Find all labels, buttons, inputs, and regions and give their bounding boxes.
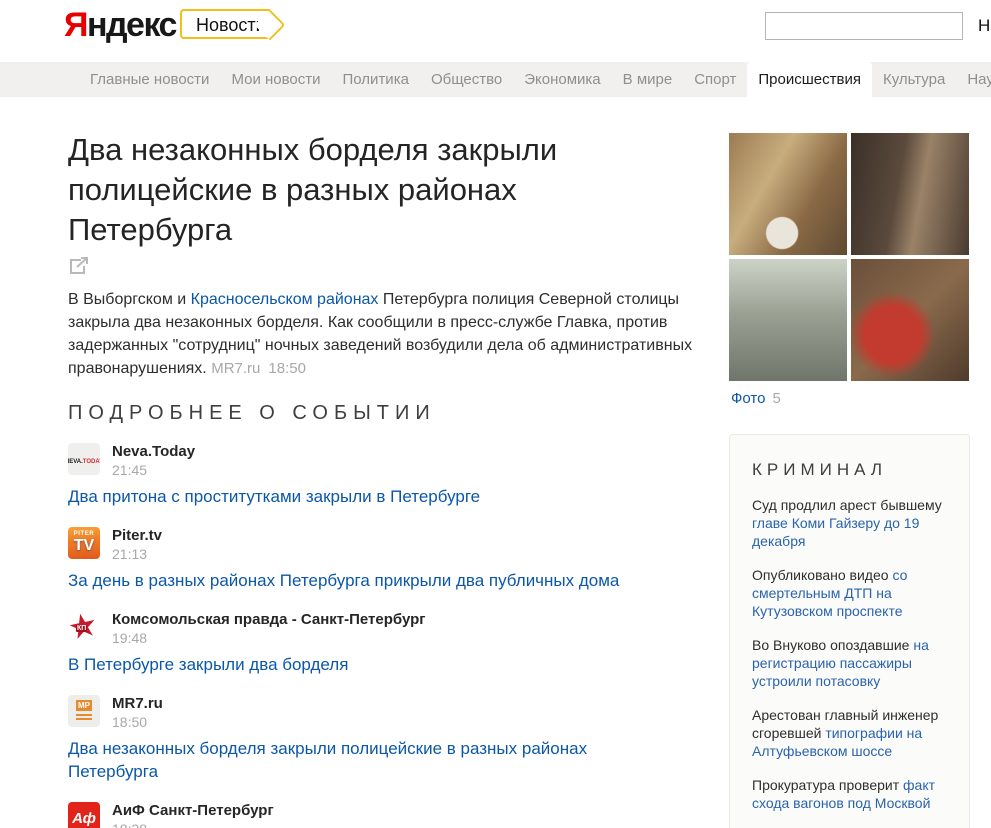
source-name: Piter.tv: [112, 527, 162, 544]
piter-tv-logo-icon: PITERTV: [68, 527, 100, 559]
search-button[interactable]: Найти: [978, 16, 991, 36]
list-item: ★КП Комсомольская правда - Санкт-Петербу…: [68, 611, 704, 676]
list-item: Во Внуково опоздавшие на регистрацию пас…: [752, 636, 947, 690]
event-photo-1[interactable]: [729, 133, 847, 255]
source-time: 18:50: [112, 714, 163, 730]
criminal-rubric-box: КРИМИНАЛ Суд продлил арест бывшему главе…: [729, 434, 970, 828]
source-time: 21:13: [112, 546, 162, 562]
list-item: МР MR7.ru 18:50 Два незаконных борделя з…: [68, 695, 704, 783]
list-item: NEVA.TODAY Neva.Today 21:45 Два притона …: [68, 443, 704, 508]
story-lead: В Выборгском и Красносельском районах Пе…: [68, 288, 704, 380]
event-photo-4[interactable]: [851, 259, 969, 381]
news-service-tag[interactable]: Новости: [180, 9, 270, 39]
list-item: Аф АиФ Санкт-Петербург 18:38 Эротические…: [68, 802, 704, 828]
tab-world[interactable]: В мире: [612, 62, 684, 97]
share-icon[interactable]: [68, 256, 90, 276]
source-name: MR7.ru: [112, 695, 163, 712]
list-item: PITERTV Piter.tv 21:13 За день в разных …: [68, 527, 704, 592]
tab-sport[interactable]: Спорт: [683, 62, 747, 97]
mr7-logo-icon: МР: [68, 695, 100, 727]
yandex-logo-letter: Я: [64, 6, 87, 44]
tab-politics[interactable]: Политика: [332, 62, 420, 97]
source-name: Neva.Today: [112, 443, 195, 460]
details-news-list: NEVA.TODAY Neva.Today 21:45 Два притона …: [68, 443, 704, 828]
list-item: Арестован главный инженер сгоревшей типо…: [752, 706, 947, 760]
list-item: Суд продлил арест бывшему главе Коми Гай…: [752, 496, 947, 550]
lead-time: 18:50: [268, 360, 306, 377]
search-input[interactable]: [765, 12, 963, 40]
tab-economy[interactable]: Экономика: [513, 62, 611, 97]
crim-text: Опубликовано видео: [752, 567, 892, 583]
news-headline-link[interactable]: В Петербурге закрыли два борделя: [68, 653, 658, 676]
source-time: 18:38: [112, 821, 274, 828]
list-item: Опубликовано видео со смертельным ДТП на…: [752, 566, 947, 620]
event-photo-2[interactable]: [851, 133, 969, 255]
crim-text: Во Внуково опоздавшие: [752, 637, 913, 653]
lead-text: В Выборгском и: [68, 291, 191, 308]
source-time: 19:48: [112, 630, 426, 646]
event-photo-grid: [729, 133, 969, 381]
crim-link[interactable]: главе Коми Гайзеру до 19 декабря: [752, 515, 919, 549]
tab-culture[interactable]: Культура: [872, 62, 956, 97]
komsomolskaya-pravda-logo-icon: ★КП: [68, 611, 100, 643]
list-item: Прокуратура проверит факт схода вагонов …: [752, 776, 947, 812]
source-name: Комсомольская правда - Санкт-Петербург: [112, 611, 426, 628]
tab-incidents[interactable]: Происшествия: [747, 62, 872, 97]
story-title: Два незаконных борделя закрыли полицейск…: [68, 130, 668, 250]
neva-today-logo-icon: NEVA.TODAY: [68, 443, 100, 475]
lead-source-ref: MR7.ru 18:50: [211, 360, 306, 377]
crim-text: Прокуратура проверит: [752, 777, 903, 793]
crim-text: Суд продлил арест бывшему: [752, 497, 942, 513]
yandex-news-page: Яндекс Новости Найти Главные новости Мои…: [0, 0, 991, 828]
source-name: АиФ Санкт-Петербург: [112, 802, 274, 819]
source-time: 21:45: [112, 462, 195, 478]
yandex-logo-rest: ндекс: [87, 6, 176, 44]
news-headline-link[interactable]: Два незаконных борделя закрыли полицейск…: [68, 737, 658, 783]
criminal-rubric-title: КРИМИНАЛ: [752, 460, 947, 480]
event-photo-3[interactable]: [729, 259, 847, 381]
photos-count: 5: [772, 390, 780, 407]
aif-logo-icon: Аф: [68, 802, 100, 828]
details-section-title: ПОДРОБНЕЕ О СОБЫТИИ: [68, 402, 704, 425]
news-headline-link[interactable]: Два притона с проститутками закрыли в Пе…: [68, 485, 658, 508]
tab-science[interactable]: Наука: [956, 62, 991, 97]
yandex-logo[interactable]: Яндекс: [64, 6, 176, 45]
header: Яндекс Новости Найти: [0, 0, 991, 62]
lead-agency: MR7.ru: [211, 360, 260, 377]
story-column: Два незаконных борделя закрыли полицейск…: [68, 130, 704, 828]
tab-my-news[interactable]: Мои новости: [220, 62, 331, 97]
tab-main-news[interactable]: Главные новости: [79, 62, 220, 97]
category-tabbar: Главные новости Мои новости Политика Общ…: [0, 62, 991, 97]
district-link[interactable]: Красносельском районах: [191, 291, 379, 308]
news-headline-link[interactable]: За день в разных районах Петербурга прик…: [68, 569, 658, 592]
photos-link[interactable]: Фото: [731, 390, 765, 407]
photos-caption: Фото 5: [731, 390, 781, 407]
tab-society[interactable]: Общество: [420, 62, 513, 97]
